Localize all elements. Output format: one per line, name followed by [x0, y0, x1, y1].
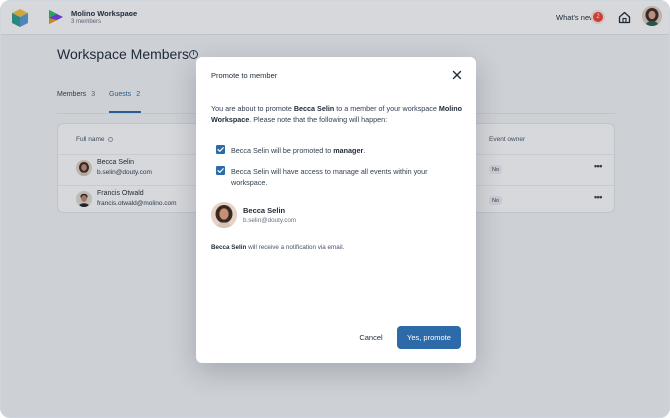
- notify-text: will receive a notification via email.: [246, 244, 345, 251]
- selected-user-email: b.selin@douty.com: [243, 217, 297, 224]
- description-text: You are about to promote: [211, 104, 294, 113]
- consequence-label: Becca Selin will be promoted to manager.: [231, 145, 461, 156]
- consequence-text: .: [363, 146, 366, 155]
- description-user-name: Becca Selin: [293, 104, 335, 113]
- role-name: manager: [333, 146, 364, 155]
- dialog-title: Promote to member: [211, 71, 278, 80]
- consequence-text: Becca Selin will be promoted to: [231, 146, 334, 155]
- yes-promote-button[interactable]: Yes, promote: [397, 326, 461, 349]
- close-icon[interactable]: [451, 69, 463, 81]
- consequence-label: Becca Selin will have access to manage a…: [231, 167, 428, 187]
- notify-user-name: Becca Selin: [211, 244, 247, 251]
- selected-user-name: Becca Selin: [243, 206, 286, 215]
- description-text: . Please note that the following will ha…: [249, 115, 388, 124]
- cancel-button[interactable]: Cancel: [349, 327, 393, 349]
- description-text: to a member of your workspace: [334, 104, 439, 113]
- notification-note: Becca Selin will receive a notification …: [211, 244, 344, 251]
- dialog-description: You are about to promote Becca Selin to …: [211, 103, 466, 125]
- checkbox-checked-icon[interactable]: [216, 145, 225, 154]
- app-window: Molino Workspace ⌄ 3 members What's new …: [0, 0, 670, 418]
- promote-dialog: Promote to member You are about to promo…: [196, 57, 476, 363]
- checkbox-checked-icon[interactable]: [216, 166, 225, 175]
- avatar: [211, 202, 237, 228]
